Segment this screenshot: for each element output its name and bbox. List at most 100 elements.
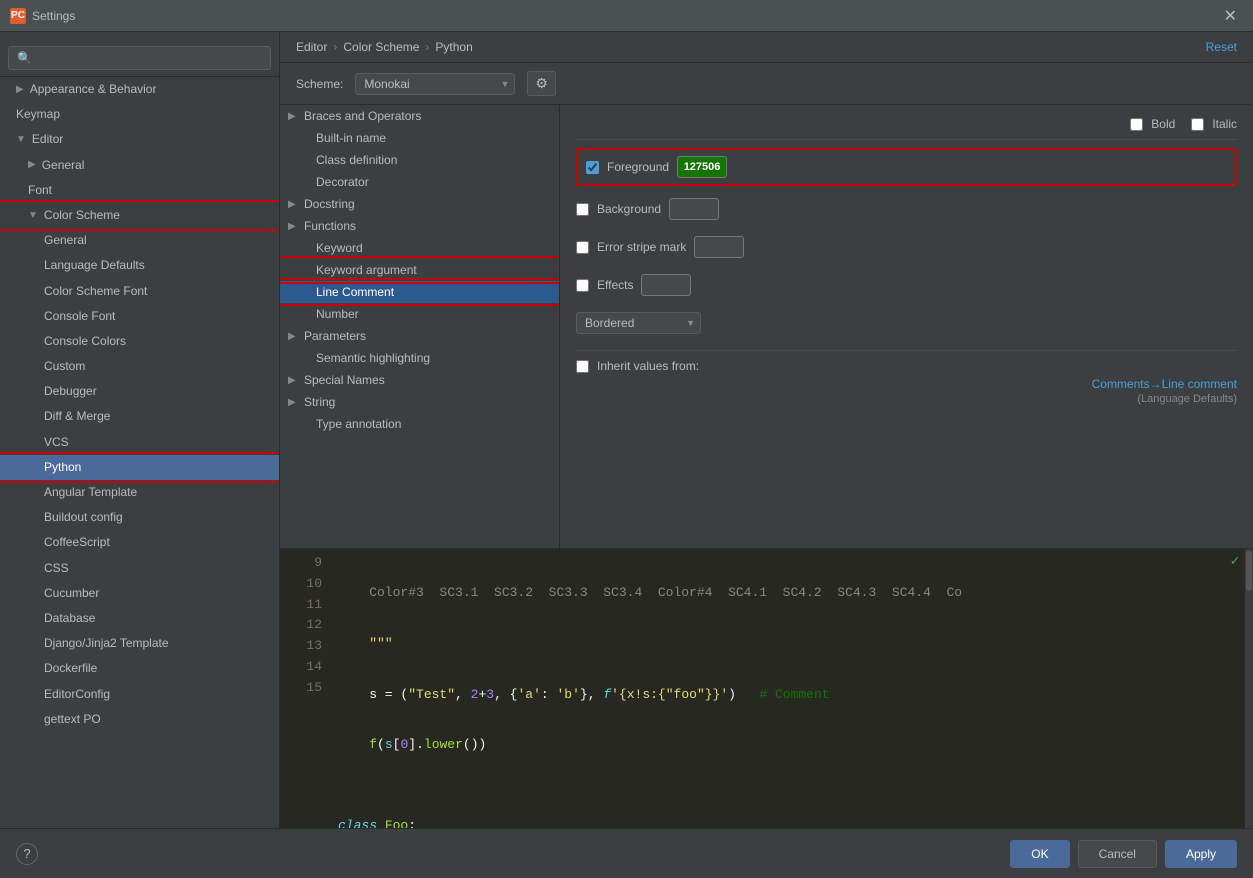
- reset-link[interactable]: Reset: [1206, 40, 1237, 54]
- search-input[interactable]: [8, 46, 271, 70]
- ok-button[interactable]: OK: [1010, 840, 1069, 868]
- code-line: f(s[0].lower()): [338, 735, 1245, 756]
- foreground-checkbox[interactable]: [586, 161, 599, 174]
- list-item-special-names[interactable]: ▶ Special Names: [280, 369, 559, 391]
- props-pane: Bold Italic Foreground 127506 Back: [560, 105, 1253, 548]
- error-stripe-checkbox[interactable]: [576, 241, 589, 254]
- list-item-braces[interactable]: ▶ Braces and Operators: [280, 105, 559, 127]
- sidebar-item-editorconfig[interactable]: EditorConfig: [0, 682, 279, 707]
- sidebar-item-console-colors[interactable]: Console Colors: [0, 329, 279, 354]
- background-checkbox[interactable]: [576, 203, 589, 216]
- arrow-icon: ▶: [16, 82, 24, 98]
- effects-checkbox[interactable]: [576, 279, 589, 292]
- list-item-number[interactable]: Number: [280, 303, 559, 325]
- style-options-row: Bold Italic: [576, 117, 1237, 140]
- error-stripe-color-swatch[interactable]: [694, 236, 744, 258]
- list-item-functions[interactable]: ▶ Functions: [280, 215, 559, 237]
- sidebar-item-vcs[interactable]: VCS: [0, 430, 279, 455]
- list-item-builtin[interactable]: Built-in name: [280, 127, 559, 149]
- sidebar-item-python[interactable]: Python: [0, 455, 279, 480]
- scheme-select-wrapper: Monokai Darcula Default: [355, 73, 515, 95]
- expand-icon: ▶: [288, 111, 300, 122]
- list-item-label: Braces and Operators: [304, 109, 421, 123]
- error-stripe-label: Error stripe mark: [597, 240, 686, 254]
- sidebar-item-angular[interactable]: Angular Template: [0, 480, 279, 505]
- italic-row: Italic: [1191, 117, 1237, 131]
- scheme-label: Scheme:: [296, 77, 343, 91]
- bold-checkbox[interactable]: [1130, 118, 1143, 131]
- foreground-row: Foreground 127506: [576, 148, 1237, 186]
- effects-dropdown-wrapper: Bordered Underscored Bold underscored Un…: [576, 312, 701, 334]
- sidebar-item-css[interactable]: CSS: [0, 556, 279, 581]
- list-item-string[interactable]: ▶ String: [280, 391, 559, 413]
- expand-icon: ▶: [288, 221, 300, 232]
- inherit-section: Inherit values from: Comments→Line comme…: [576, 350, 1237, 405]
- list-item-label: String: [304, 395, 335, 409]
- sidebar-item-cucumber[interactable]: Cucumber: [0, 581, 279, 606]
- list-item-parameters[interactable]: ▶ Parameters: [280, 325, 559, 347]
- apply-button[interactable]: Apply: [1165, 840, 1237, 868]
- list-item-label: Type annotation: [316, 417, 401, 431]
- sidebar-item-appearance[interactable]: ▶ Appearance & Behavior: [0, 77, 279, 102]
- italic-checkbox[interactable]: [1191, 118, 1204, 131]
- sidebar-item-django[interactable]: Django/Jinja2 Template: [0, 631, 279, 656]
- sidebar-item-font[interactable]: Font: [0, 178, 279, 203]
- close-button[interactable]: ✕: [1218, 4, 1243, 28]
- sidebar-item-buildout[interactable]: Buildout config: [0, 505, 279, 530]
- inherit-link[interactable]: Comments→Line comment: [1092, 377, 1237, 391]
- list-item-docstring[interactable]: ▶ Docstring: [280, 193, 559, 215]
- effects-color-swatch[interactable]: [641, 274, 691, 296]
- list-item-keyword[interactable]: Keyword: [280, 237, 559, 259]
- effects-type-select[interactable]: Bordered Underscored Bold underscored Un…: [576, 312, 701, 334]
- check-icon: ✓: [1231, 553, 1239, 570]
- foreground-label: Foreground: [607, 160, 669, 174]
- code-scrollbar[interactable]: [1245, 549, 1253, 828]
- list-item-label: Built-in name: [316, 131, 386, 145]
- sidebar-item-diff-merge[interactable]: Diff & Merge: [0, 404, 279, 429]
- inherit-row: Inherit values from:: [576, 359, 1237, 373]
- list-item-semantic[interactable]: Semantic highlighting: [280, 347, 559, 369]
- code-content: Color#3 SC3.1 SC3.2 SC3.3 SC3.4 Color#4 …: [330, 549, 1253, 828]
- sidebar-item-cs-font[interactable]: Color Scheme Font: [0, 279, 279, 304]
- scheme-row: Scheme: Monokai Darcula Default ⚙: [280, 63, 1253, 105]
- sidebar-item-console-font[interactable]: Console Font: [0, 304, 279, 329]
- list-item-line-comment[interactable]: Line Comment: [280, 281, 559, 303]
- list-item-keyword-arg[interactable]: Keyword argument: [280, 259, 559, 281]
- gear-button[interactable]: ⚙: [527, 71, 556, 96]
- code-line: class Foo:: [338, 816, 1245, 828]
- background-label: Background: [597, 202, 661, 216]
- effects-row: Effects: [576, 270, 1237, 300]
- sidebar-item-general[interactable]: ▶ General: [0, 153, 279, 178]
- scheme-select[interactable]: Monokai Darcula Default: [355, 73, 515, 95]
- list-item-classdef[interactable]: Class definition: [280, 149, 559, 171]
- background-color-swatch[interactable]: [669, 198, 719, 220]
- list-item-label: Number: [316, 307, 359, 321]
- background-row: Background: [576, 194, 1237, 224]
- list-pane: ▶ Braces and Operators Built-in name Cla…: [280, 105, 560, 548]
- inherit-checkbox[interactable]: [576, 360, 589, 373]
- sidebar-item-lang-defaults[interactable]: Language Defaults: [0, 253, 279, 278]
- list-item-label: Docstring: [304, 197, 355, 211]
- sidebar-item-colorscheme[interactable]: ▼ Color Scheme: [0, 203, 279, 228]
- window-title: Settings: [32, 9, 75, 23]
- effects-label: Effects: [597, 278, 633, 292]
- sidebar-item-keymap[interactable]: Keymap: [0, 102, 279, 127]
- foreground-color-swatch[interactable]: 127506: [677, 156, 727, 178]
- breadcrumb-sep2: ›: [425, 40, 429, 54]
- sidebar-item-editor[interactable]: ▼ Editor: [0, 127, 279, 152]
- sidebar-item-coffeescript[interactable]: CoffeeScript: [0, 530, 279, 555]
- help-button[interactable]: ?: [16, 843, 38, 865]
- list-item-type-annotation[interactable]: Type annotation: [280, 413, 559, 435]
- sidebar-item-gettext[interactable]: gettext PO: [0, 707, 279, 732]
- code-line: """: [338, 634, 1245, 655]
- list-item-label: Keyword argument: [316, 263, 417, 277]
- sidebar-item-cs-general[interactable]: General: [0, 228, 279, 253]
- list-item-decorator[interactable]: Decorator: [280, 171, 559, 193]
- search-container: [0, 40, 279, 77]
- sidebar-item-database[interactable]: Database: [0, 606, 279, 631]
- sidebar-item-dockerfile[interactable]: Dockerfile: [0, 656, 279, 681]
- sidebar-item-custom[interactable]: Custom: [0, 354, 279, 379]
- main-container: ▶ Appearance & Behavior Keymap ▼ Editor …: [0, 32, 1253, 828]
- cancel-button[interactable]: Cancel: [1078, 840, 1157, 868]
- sidebar-item-debugger[interactable]: Debugger: [0, 379, 279, 404]
